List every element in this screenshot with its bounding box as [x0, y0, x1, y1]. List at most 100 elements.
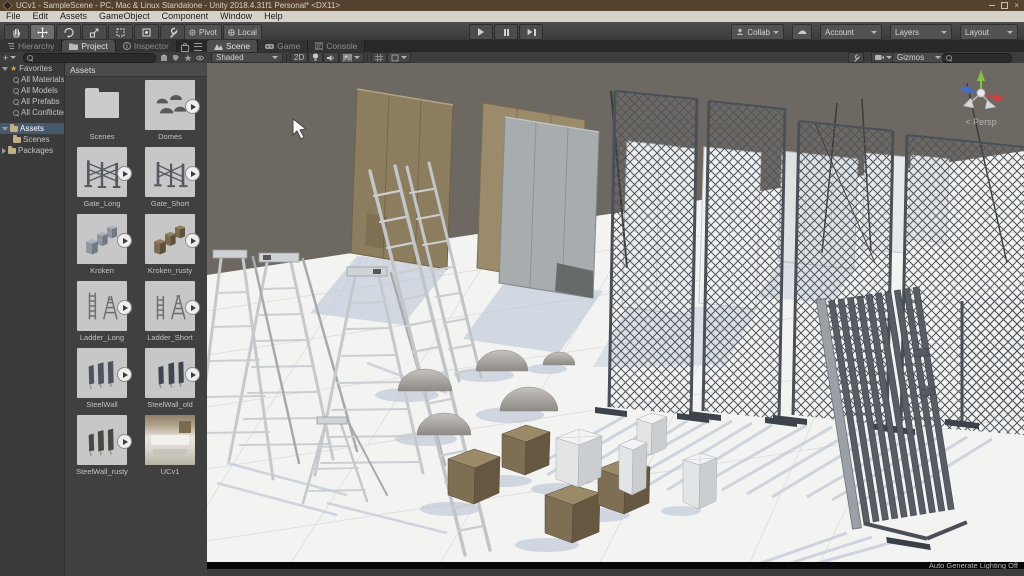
perspective-label[interactable]: < Persp: [965, 117, 996, 127]
component-tools-group[interactable]: [387, 52, 411, 63]
favorites-star-icon[interactable]: [184, 54, 192, 62]
tab-hierarchy[interactable]: Hierarchy: [0, 40, 62, 52]
boxes-preview: [82, 219, 122, 259]
tree-item-all-materials[interactable]: All Materials: [0, 74, 64, 85]
pause-button[interactable]: [494, 24, 518, 40]
lock-icon[interactable]: [181, 45, 189, 52]
tree-item-favorites[interactable]: ★ Favorites: [0, 63, 64, 74]
asset-item-kroken[interactable]: Kroken: [68, 214, 136, 281]
lighting-toggle[interactable]: [308, 52, 323, 63]
scene-search-input[interactable]: [954, 54, 1008, 61]
asset-grid: Scenes Domes: [65, 77, 207, 482]
tree-item-packages[interactable]: Packages: [0, 145, 64, 156]
hidden-packages-icon[interactable]: [196, 54, 204, 62]
search-by-label-icon[interactable]: [172, 54, 180, 62]
menu-assets[interactable]: Assets: [54, 11, 93, 22]
cloud-button[interactable]: ☁: [792, 24, 812, 40]
prefab-open-badge[interactable]: [185, 99, 200, 114]
rect-tool-button[interactable]: [108, 24, 133, 40]
asset-item-steelwall-old[interactable]: SteelWall_old: [136, 348, 204, 415]
asset-item-ladder-long[interactable]: Ladder_Long: [68, 281, 136, 348]
caret-icon[interactable]: [2, 148, 6, 154]
asset-item-ucv1[interactable]: UCv1: [136, 415, 204, 482]
custom-tool-button[interactable]: [160, 24, 185, 40]
folder-thumbnail: [77, 80, 127, 130]
close-button[interactable]: ×: [1014, 2, 1019, 10]
pivot-toggle[interactable]: Pivot: [184, 24, 222, 40]
menu-window[interactable]: Window: [214, 11, 258, 22]
tab-inspector[interactable]: Inspector: [116, 40, 177, 52]
step-button[interactable]: [519, 24, 543, 40]
prefab-open-badge[interactable]: [117, 367, 132, 382]
local-toggle[interactable]: Local: [223, 24, 262, 40]
asset-item-ladder-short[interactable]: Ladder_Short: [136, 281, 204, 348]
audio-toggle[interactable]: [323, 52, 339, 63]
search-by-type-icon[interactable]: [160, 54, 168, 62]
lighting-status-bar[interactable]: Auto Generate Lighting Off: [207, 562, 1024, 569]
prefab-thumbnail: [77, 147, 127, 197]
move-tool-button[interactable]: [30, 24, 55, 40]
asset-item-gate-short[interactable]: Gate_Short: [136, 147, 204, 214]
tab-scene[interactable]: Scene: [207, 40, 258, 52]
shading-mode-dropdown[interactable]: Shaded: [211, 52, 283, 63]
tree-item-assets[interactable]: Assets: [0, 123, 64, 134]
speaker-icon: [327, 54, 335, 62]
title-bar: UCv1 - SampleScene - PC, Mac & Linux Sta…: [0, 0, 1024, 11]
gizmos-dropdown[interactable]: Gizmos: [892, 52, 946, 63]
scene-viewport[interactable]: < Persp Auto Generate Lighting Off: [207, 63, 1024, 569]
gate-preview: [82, 152, 122, 192]
panel-menu-icon[interactable]: [194, 43, 202, 51]
scale-tool-button[interactable]: [82, 24, 107, 40]
maximize-button[interactable]: [1001, 2, 1008, 9]
asset-item-steelwall[interactable]: SteelWall: [68, 348, 136, 415]
menu-help[interactable]: Help: [258, 11, 289, 22]
menu-file[interactable]: File: [0, 11, 27, 22]
layout-dropdown[interactable]: Layout: [960, 24, 1018, 40]
scene-visibility-toggle[interactable]: [371, 52, 387, 63]
prefab-open-badge[interactable]: [185, 166, 200, 181]
menu-edit[interactable]: Edit: [27, 11, 55, 22]
prefab-open-badge[interactable]: [185, 233, 200, 248]
chevron-down-icon: [10, 56, 16, 59]
lattice-gates: [595, 91, 1024, 435]
chevron-down-icon: [941, 31, 947, 34]
layers-dropdown[interactable]: Layers: [890, 24, 952, 40]
tab-project[interactable]: Project: [62, 40, 115, 52]
prefab-open-badge[interactable]: [117, 166, 132, 181]
menu-gameobject[interactable]: GameObject: [93, 11, 156, 22]
tree-item-all-conflicted[interactable]: All Conflicted: [0, 107, 64, 118]
prefab-open-badge[interactable]: [117, 434, 132, 449]
tree-item-scenes[interactable]: Scenes: [0, 134, 64, 145]
minimize-button[interactable]: [989, 5, 995, 6]
tree-item-all-models[interactable]: All Models: [0, 85, 64, 96]
asset-item-kroken-rusty[interactable]: Kroken_rusty: [136, 214, 204, 281]
account-dropdown[interactable]: Account: [820, 24, 882, 40]
2d-toggle[interactable]: 2D: [290, 52, 308, 63]
prefab-open-badge[interactable]: [185, 300, 200, 315]
rotate-tool-button[interactable]: [56, 24, 81, 40]
tree-item-all-prefabs[interactable]: All Prefabs: [0, 96, 64, 107]
tab-game[interactable]: Game: [258, 40, 308, 52]
tab-console[interactable]: Console: [308, 40, 365, 52]
asset-item-domes[interactable]: Domes: [136, 80, 204, 147]
project-search-input[interactable]: [35, 54, 152, 61]
rotate-icon: [63, 27, 74, 38]
prefab-open-badge[interactable]: [117, 233, 132, 248]
caret-icon[interactable]: [2, 127, 8, 131]
prefab-open-badge[interactable]: [117, 300, 132, 315]
left-tab-strip: Hierarchy Project Inspector: [0, 40, 207, 52]
play-button[interactable]: [469, 24, 493, 40]
transform-tool-button[interactable]: [134, 24, 159, 40]
editor-tool-button[interactable]: [848, 52, 864, 63]
prefab-open-badge[interactable]: [185, 367, 200, 382]
collab-dropdown[interactable]: Collab: [731, 24, 784, 40]
asset-item-steelwall-rusty[interactable]: SteelWall_rusty: [68, 415, 136, 482]
menu-component[interactable]: Component: [156, 11, 215, 22]
caret-icon[interactable]: [2, 67, 8, 71]
hand-tool-button[interactable]: [4, 24, 29, 40]
asset-item-scenes-folder[interactable]: Scenes: [68, 80, 136, 147]
asset-item-gate-long[interactable]: Gate_Long: [68, 147, 136, 214]
effects-dropdown[interactable]: [339, 52, 364, 63]
create-asset-button[interactable]: +: [0, 53, 19, 63]
folder-icon: [13, 137, 21, 143]
